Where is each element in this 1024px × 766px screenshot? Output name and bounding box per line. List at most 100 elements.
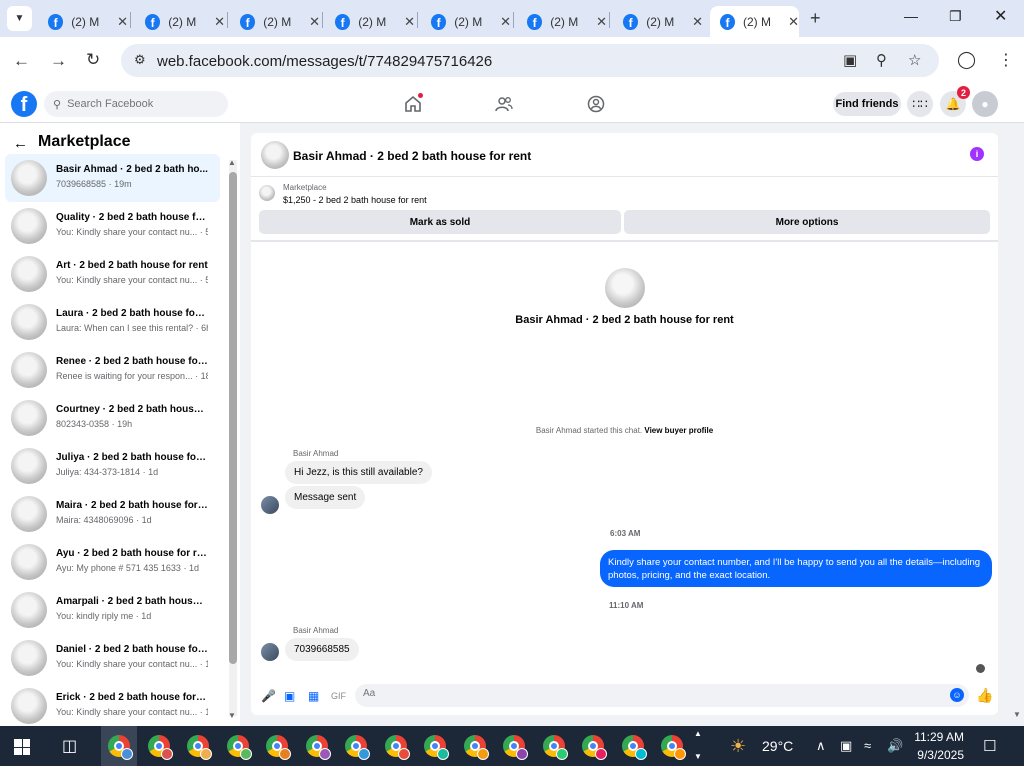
clock-time[interactable]: 11:29 AM [914,730,964,744]
find-friends-button[interactable]: Find friends [833,92,901,116]
conversation-item[interactable]: Juliya · 2 bed 2 bath house for ... Juliy… [5,442,220,490]
chrome-taskbar-app[interactable] [461,732,489,760]
meet-now-icon[interactable]: ▣ [840,738,852,754]
chrome-taskbar-app[interactable] [579,732,607,760]
weather-temperature[interactable]: 29°C [762,738,793,754]
emoji-icon[interactable]: ☺ [950,688,964,702]
info-icon[interactable]: i [970,147,984,161]
wifi-icon[interactable]: ≈ [864,738,871,753]
reload-button[interactable]: ↻ [86,50,100,70]
listing-title[interactable]: $1,250 - 2 bed 2 bath house for rent [283,195,427,205]
windows-start-button[interactable] [14,739,30,755]
profile-icon[interactable]: ◯ [957,50,976,70]
chrome-taskbar-app[interactable] [540,732,568,760]
profile-avatar[interactable] [605,268,645,308]
close-icon[interactable]: ✕ [117,14,128,30]
sender-avatar[interactable] [261,496,279,514]
facebook-search[interactable]: ⚲ [44,91,228,117]
like-icon[interactable]: 👍 [976,687,993,704]
close-icon[interactable]: ✕ [404,14,415,30]
microphone-icon[interactable]: 🎤 [261,689,276,703]
back-arrow-icon[interactable]: ← [13,135,28,152]
incoming-message[interactable]: Hi Jezz, is this still available? [285,461,432,484]
chrome-taskbar-app[interactable] [658,732,686,760]
chrome-taskbar-app[interactable] [263,732,291,760]
conversation-item[interactable]: Quality · 2 bed 2 bath house fo... You: K… [5,202,220,250]
close-window-button[interactable]: ✕ [994,6,1007,26]
browser-tab[interactable]: f (2) M ✕ [517,6,607,37]
taskbar-scroll-up[interactable]: ▲ [694,729,702,738]
browser-tab[interactable]: f (2) M ✕ [710,6,799,37]
chrome-taskbar-app[interactable] [184,732,212,760]
page-scroll-down-arrow[interactable]: ▼ [1013,710,1021,719]
back-button[interactable]: ← [13,51,30,71]
browser-tab[interactable]: f (2) M ✕ [135,6,225,37]
chrome-taskbar-app[interactable] [145,732,173,760]
browser-tab[interactable]: f (2) M ✕ [230,6,320,37]
incoming-message[interactable]: Message sent [285,486,366,509]
browser-tab[interactable]: f (2) M ✕ [325,6,415,37]
browser-tab[interactable]: f (2) M ✕ [613,6,703,37]
new-tab-button[interactable]: + [810,8,821,29]
incoming-message[interactable]: 7039668585 [285,638,359,661]
sticker-icon[interactable]: ▦ [308,689,319,703]
install-app-icon[interactable]: ▣ [843,51,857,69]
gif-icon[interactable]: GIF [331,691,346,701]
chat-header-title[interactable]: Basir Ahmad · 2 bed 2 bath house for ren… [293,149,531,163]
sender-avatar[interactable] [261,643,279,661]
task-view-icon[interactable]: ◫ [62,736,77,756]
taskbar-scroll-down[interactable]: ▼ [694,752,702,761]
conversation-item[interactable]: Amarpali · 2 bed 2 bath house ... You: ki… [5,586,220,634]
chrome-taskbar-app[interactable] [342,732,370,760]
action-center-icon[interactable]: ☐ [983,737,996,755]
message-input[interactable] [363,688,923,699]
clock-date[interactable]: 9/3/2025 [914,748,964,762]
outgoing-message[interactable]: Kindly share your contact number, and I'… [600,550,992,587]
photo-icon[interactable]: ▣ [284,689,295,703]
listing-thumbnail[interactable] [259,185,275,201]
scroll-down-arrow[interactable]: ▼ [228,711,236,720]
chrome-taskbar-app[interactable] [382,732,410,760]
conversation-item[interactable]: Ayu · 2 bed 2 bath house for rent Ayu: My… [5,538,220,586]
chrome-taskbar-app[interactable] [421,732,449,760]
facebook-logo[interactable]: f [11,91,37,117]
close-icon[interactable]: ✕ [788,14,799,30]
sidebar-scrollbar-thumb[interactable] [229,172,237,664]
friends-icon[interactable] [495,95,513,113]
close-icon[interactable]: ✕ [309,14,320,30]
more-options-button[interactable]: More options [624,210,990,234]
conversation-item[interactable]: Maira · 2 bed 2 bath house for ... Maira:… [5,490,220,538]
tray-chevron-up-icon[interactable]: ∧ [816,738,826,754]
search-input[interactable] [67,98,208,110]
chrome-taskbar-app[interactable] [303,732,331,760]
browser-tab[interactable]: f (2) M ✕ [421,6,511,37]
scroll-up-arrow[interactable]: ▲ [228,158,236,167]
conversation-item[interactable]: Art · 2 bed 2 bath house for rent You: Ki… [5,250,220,298]
restore-button[interactable]: ❐ [949,8,962,25]
view-buyer-profile-link[interactable]: View buyer profile [644,426,713,435]
forward-button[interactable]: → [50,51,67,71]
chrome-taskbar-app[interactable] [224,732,252,760]
minimize-button[interactable]: — [904,8,918,24]
browser-menu-icon[interactable]: ⋮ [998,50,1014,70]
conversation-item[interactable]: Basir Ahmad · 2 bed 2 bath ho... 70396685… [5,154,220,202]
conversation-item[interactable]: Renee · 2 bed 2 bath house for ... Renee … [5,346,220,394]
zoom-icon[interactable]: ⚲ [876,51,887,69]
chat-header-avatar[interactable] [261,141,289,169]
conversation-item[interactable]: Laura · 2 bed 2 bath house for ... Laura:… [5,298,220,346]
menu-grid-button[interactable]: ∷∷ [907,91,933,117]
mark-as-sold-button[interactable]: Mark as sold [259,210,621,234]
conversation-item[interactable]: Erick · 2 bed 2 bath house for r... You: … [5,682,220,726]
volume-icon[interactable]: 🔊 [887,738,903,754]
bookmark-star-icon[interactable]: ☆ [908,51,921,69]
chrome-taskbar-app[interactable] [619,732,647,760]
conversation-item[interactable]: Daniel · 2 bed 2 bath house for... You: K… [5,634,220,682]
close-icon[interactable]: ✕ [692,14,703,30]
weather-icon[interactable]: ☀ [730,736,746,757]
site-info-icon[interactable]: ⚙ [134,52,146,68]
tab-search-button[interactable]: ▼ [7,6,32,31]
conversation-item[interactable]: Courtney · 2 bed 2 bath house ... 802343-… [5,394,220,442]
chrome-taskbar-app[interactable] [101,726,137,766]
groups-icon[interactable] [587,95,605,113]
chrome-taskbar-app[interactable] [500,732,528,760]
